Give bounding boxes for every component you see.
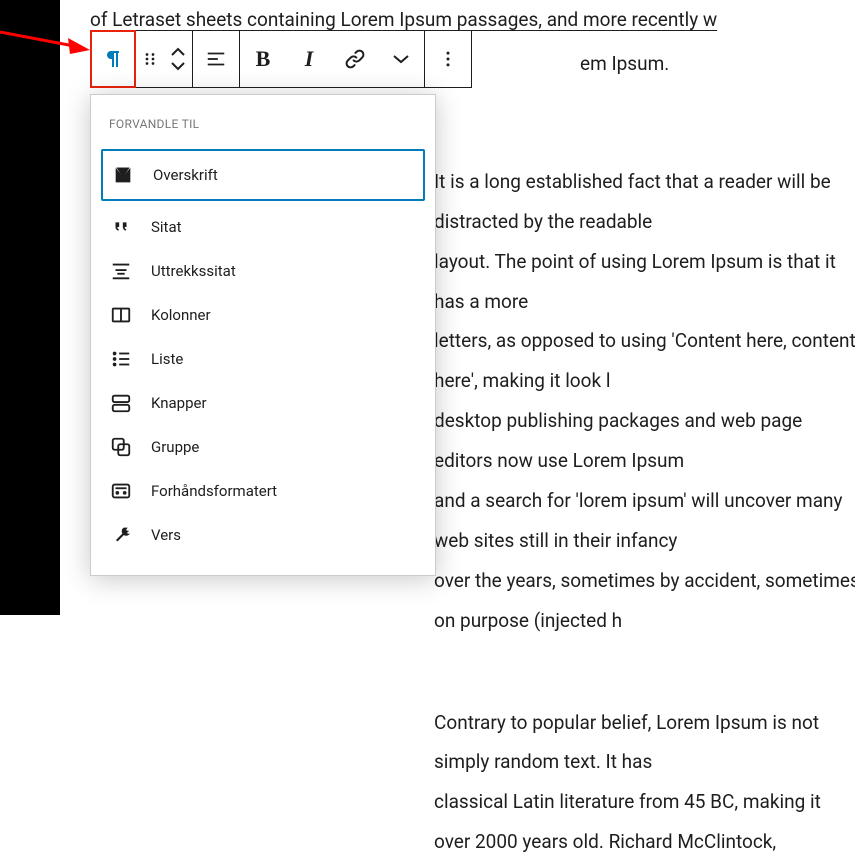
transform-item-label: Gruppe <box>151 438 199 456</box>
group-icon <box>109 435 133 459</box>
toolbar-group-block <box>91 31 193 87</box>
article-line: Contrary to popular belief, Lorem Ipsum … <box>90 703 855 783</box>
transform-item-label: Overskrift <box>153 166 218 184</box>
chevron-down-icon <box>393 54 409 64</box>
transform-item-verse[interactable]: Vers <box>91 513 435 557</box>
transform-item-label: Uttrekkssitat <box>151 262 236 280</box>
toolbar-group-align <box>193 31 240 87</box>
transform-popover: FORVANDLE TIL Overskrift Sitat Uttrekkss… <box>90 94 436 576</box>
transform-item-pullquote[interactable]: Uttrekkssitat <box>91 249 435 293</box>
move-up-down-button[interactable] <box>164 31 192 87</box>
drag-handle-button[interactable] <box>136 31 164 87</box>
buttons-icon <box>109 391 133 415</box>
chevron-up-icon <box>171 47 185 57</box>
link-icon <box>343 47 367 71</box>
preformatted-icon <box>109 479 133 503</box>
transform-item-group[interactable]: Gruppe <box>91 425 435 469</box>
align-left-icon <box>205 48 227 70</box>
more-format-button[interactable] <box>378 31 424 87</box>
pilcrow-icon <box>101 47 125 71</box>
popover-heading: FORVANDLE TIL <box>91 107 435 145</box>
align-button[interactable] <box>193 31 239 87</box>
transform-item-preformatted[interactable]: Forhåndsformatert <box>91 469 435 513</box>
link-button[interactable] <box>332 31 378 87</box>
drag-dots-icon <box>141 50 159 68</box>
toolbar-group-format: B I <box>240 31 425 87</box>
block-type-button[interactable] <box>90 30 136 88</box>
columns-icon <box>109 303 133 327</box>
transform-item-label: Knapper <box>151 394 207 412</box>
pullquote-icon <box>109 259 133 283</box>
heading-block-icon <box>111 163 135 187</box>
left-black-strip <box>0 0 60 615</box>
bold-button[interactable]: B <box>240 31 286 87</box>
transform-item-columns[interactable]: Kolonner <box>91 293 435 337</box>
transform-item-buttons[interactable]: Knapper <box>91 381 435 425</box>
italic-button[interactable]: I <box>286 31 332 87</box>
transform-item-quote[interactable]: Sitat <box>91 205 435 249</box>
toolbar-group-more <box>425 31 471 87</box>
transform-item-label: Kolonner <box>151 306 211 324</box>
transform-item-heading[interactable]: Overskrift <box>101 149 425 201</box>
block-toolbar: B I <box>90 30 472 88</box>
quote-icon <box>109 215 133 239</box>
transform-item-label: Liste <box>151 350 183 368</box>
transform-item-label: Forhåndsformatert <box>151 482 277 500</box>
transform-item-label: Vers <box>151 526 181 544</box>
list-icon <box>109 347 133 371</box>
kebab-icon <box>438 49 458 69</box>
chevron-down-icon <box>171 61 185 71</box>
more-options-button[interactable] <box>425 31 471 87</box>
article-line: classical Latin literature from 45 BC, m… <box>90 782 855 862</box>
transform-item-label: Sitat <box>151 218 182 236</box>
verse-icon <box>109 523 133 547</box>
transform-item-list[interactable]: Liste <box>91 337 435 381</box>
